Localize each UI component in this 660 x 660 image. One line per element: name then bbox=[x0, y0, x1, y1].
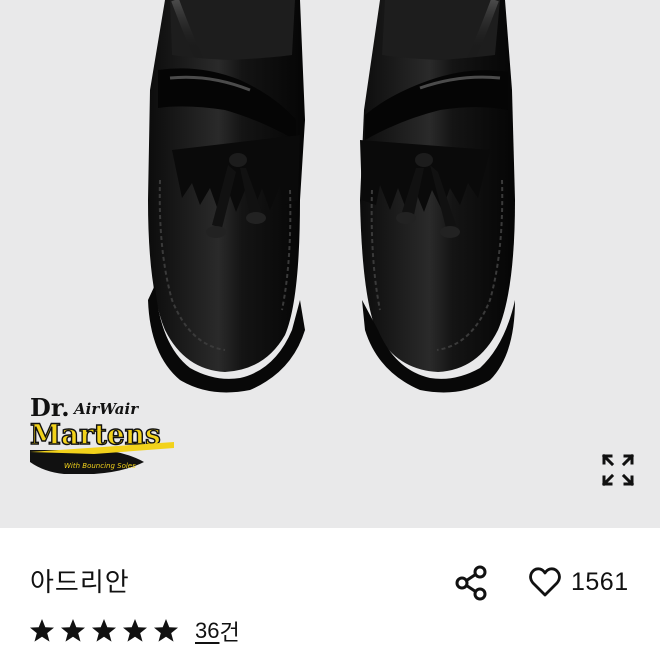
heart-icon bbox=[529, 567, 561, 597]
share-icon bbox=[455, 565, 487, 601]
review-count-link[interactable]: 36 bbox=[195, 618, 219, 644]
star-icon bbox=[61, 619, 85, 642]
like-button[interactable]: 1561 bbox=[528, 562, 629, 602]
share-button[interactable] bbox=[452, 563, 492, 603]
star-icon bbox=[92, 619, 116, 642]
product-title: 아드리안 bbox=[30, 568, 130, 598]
dr-martens-logo: Dr. AirWair Martens With Bouncing Soles bbox=[29, 393, 174, 474]
expand-icon bbox=[601, 453, 635, 487]
star-icon bbox=[123, 619, 147, 642]
rating-row: 36 건 bbox=[28, 614, 240, 648]
logo-tagline: With Bouncing Soles bbox=[64, 462, 136, 470]
star-icon bbox=[30, 619, 54, 642]
review-count-unit: 건 bbox=[219, 621, 240, 646]
left-loafer bbox=[148, 0, 305, 393]
star-icon bbox=[154, 619, 178, 642]
expand-image-button[interactable] bbox=[598, 450, 638, 490]
product-hero-image[interactable]: Dr. AirWair Martens With Bouncing Soles bbox=[0, 0, 660, 528]
rating-stars bbox=[28, 617, 183, 645]
right-loafer bbox=[360, 0, 515, 393]
logo-airwair: AirWair bbox=[72, 400, 139, 418]
like-count: 1561 bbox=[571, 567, 629, 596]
